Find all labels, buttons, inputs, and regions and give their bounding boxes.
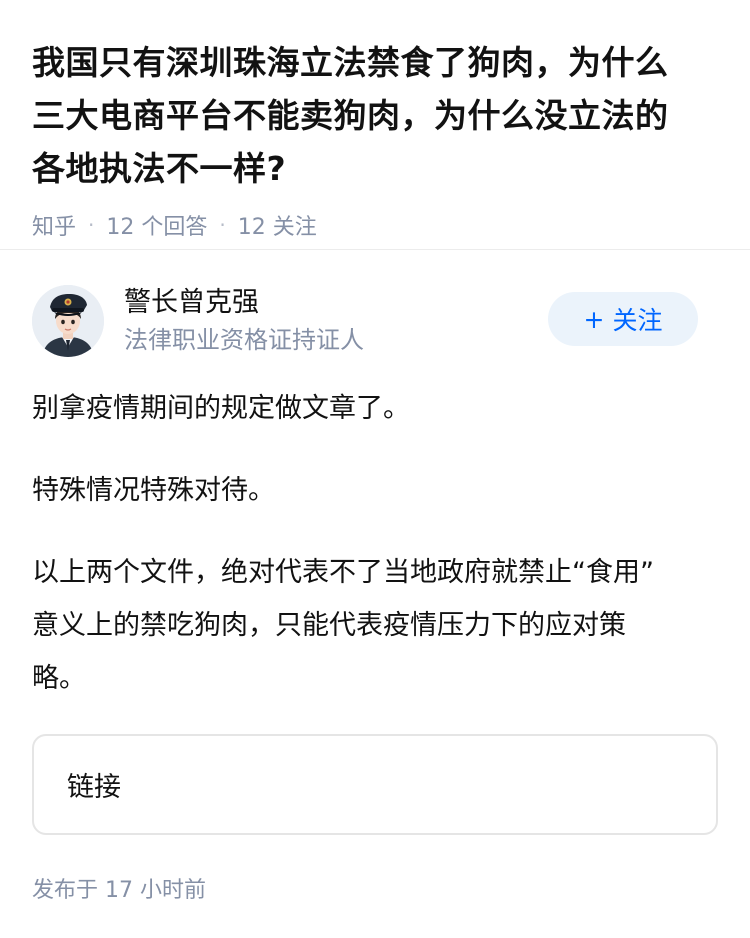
avatar-image [32,285,104,357]
link-card[interactable]: 链接 [32,734,718,835]
link-card-label: 链接 [67,772,121,803]
question-title[interactable]: 我国只有深圳珠海立法禁食了狗肉，为什么 三大电商平台不能卖狗肉，为什么没立法的 … [32,36,718,195]
published-time-value: 17 小时前 [105,878,207,903]
answers-count[interactable]: 12 个回答 [106,209,207,241]
paragraph-line: 特殊情况特殊对待。 [32,475,275,506]
answers-count-label: 个回答 [141,215,208,240]
separator-dot: · [88,213,95,237]
published-label: 发布于 [32,878,99,903]
author-row: 警长曾克强 法律职业资格证持证人 + 关注 [32,284,718,358]
answer-item: 警长曾克强 法律职业资格证持证人 + 关注 别拿疫情期间的规定做文章了。 特殊情… [0,250,750,904]
published-time: 发布于 17 小时前 [32,872,718,904]
separator-dot: · [219,213,226,237]
followers-count[interactable]: 12 关注 [238,209,317,241]
paragraph-line: 别拿疫情期间的规定做文章了。 [32,393,410,424]
author-name[interactable]: 警长曾克强 [124,285,364,321]
paragraph-line: 以上两个文件，绝对代表不了当地政府就禁止“食用” [32,557,654,588]
followers-count-label: 关注 [272,215,317,240]
author-description: 法律职业资格证持证人 [124,326,364,354]
plus-icon: + [583,304,605,334]
answer-paragraph: 特殊情况特殊对待。 [32,464,718,517]
paragraph-line: 略。 [32,663,86,694]
question-title-line: 三大电商平台不能卖狗肉，为什么没立法的 [32,96,669,135]
answers-count-number: 12 [106,215,135,240]
answer-paragraph: 别拿疫情期间的规定做文章了。 [32,382,718,435]
question-header: 我国只有深圳珠海立法禁食了狗肉，为什么 三大电商平台不能卖狗肉，为什么没立法的 … [0,0,750,250]
question-title-line: 各地执法不一样? [32,149,287,188]
question-title-line: 我国只有深圳珠海立法禁食了狗肉，为什么 [32,43,669,82]
author-info: 警长曾克强 法律职业资格证持证人 [124,285,364,357]
follow-button-label: 关注 [612,306,663,335]
answer-content: 别拿疫情期间的规定做文章了。 特殊情况特殊对待。 以上两个文件，绝对代表不了当地… [32,382,718,705]
follow-button[interactable]: + 关注 [548,292,698,346]
source-label[interactable]: 知乎 [32,209,76,241]
question-meta: 知乎 · 12 个回答 · 12 关注 [32,209,718,241]
police-officer-avatar-icon[interactable] [32,285,104,357]
answer-paragraph: 以上两个文件，绝对代表不了当地政府就禁止“食用” 意义上的禁吃狗肉，只能代表疫情… [32,546,718,705]
paragraph-line: 意义上的禁吃狗肉，只能代表疫情压力下的应对策 [32,610,626,641]
followers-count-number: 12 [237,215,266,240]
